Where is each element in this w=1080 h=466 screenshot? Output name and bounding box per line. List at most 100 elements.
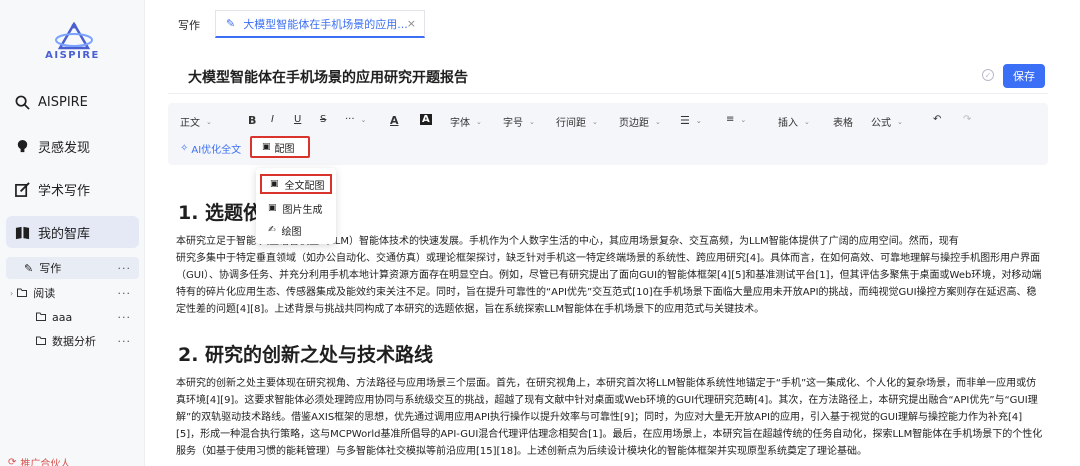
nav-item-label: AISPIRE [38, 94, 88, 110]
chevron-down-icon: ⌄ [529, 117, 535, 126]
menu-item-image-generate[interactable]: ▣ 图片生成 [260, 198, 332, 218]
menu-item-full-illustrate[interactable]: ▣ 全文配图 [260, 174, 332, 194]
undo-icon[interactable]: ↶ [933, 114, 941, 125]
tree-item-label: aaa [52, 310, 73, 324]
sparkle-icon: ✧ [180, 143, 189, 154]
chevron-down-icon: ⌄ [360, 115, 367, 124]
illustrate-label: 配图 [274, 143, 295, 155]
chevron-down-icon: ⌄ [592, 117, 598, 126]
text-line: 特有的碎片化应用生态、传感器集成及能效约束关注不足。同时，旨在提升可靠性的“AP… [176, 287, 1037, 298]
chevron-down-icon: ⌄ [655, 117, 661, 126]
draw-icon: ✍ [268, 225, 276, 235]
font-size-select[interactable]: 字号 ⌄ [503, 114, 535, 130]
image-icon: ▣ [262, 142, 271, 152]
table-button[interactable]: 表格 [833, 114, 853, 129]
illustrate-button[interactable]: ▣ 配图 [250, 136, 310, 158]
tree-item-label: 写作 [39, 262, 62, 275]
sidebar: AISPIRE AISPIRE 灵感发现 学术写作 我的智库 ✎ 写作 ··· … [0, 0, 145, 466]
chevron-down-icon: ⌄ [804, 117, 810, 126]
line-spacing-select[interactable]: 行间距 ⌄ [556, 114, 598, 130]
menu-item-draw[interactable]: ✍ 绘图 [260, 220, 332, 240]
ai-optimize-button[interactable]: ✧ AI优化全文 [180, 141, 241, 156]
underline-button[interactable]: U [294, 114, 301, 125]
chevron-down-icon: ⌄ [476, 117, 482, 126]
formula-select[interactable]: 公式 ⌄ [871, 114, 903, 130]
margin-select[interactable]: 页边距 ⌄ [619, 114, 661, 130]
nav-item-label: 灵感发现 [38, 140, 91, 156]
section-heading-1: 1. 选题依 [178, 202, 263, 224]
more-icon[interactable]: ··· [118, 262, 132, 275]
close-icon[interactable]: × [407, 17, 416, 30]
nav-item-label: 我的智库 [38, 226, 91, 242]
tree-item-aaa[interactable]: aaa ··· [6, 306, 139, 328]
highlight-button[interactable]: A [420, 114, 432, 125]
tree-item-reading[interactable]: › 阅读 ··· [6, 282, 139, 304]
section-heading-2: 2. 研究的创新之处与技术路线 [178, 344, 434, 366]
text-line: 本研究的创新之处主要体现在研究视角、方法路径与应用场景三个层面。首先，在研究视角… [176, 378, 1037, 389]
italic-button[interactable]: I [271, 114, 274, 125]
more-format-button[interactable]: ··· ⌄ [345, 114, 366, 125]
paragraph-1: 本研究立足于智能 大型语言模型（LLM）智能体技术的快速发展。手机作为个人数字生… [176, 233, 1046, 318]
folder-icon [17, 287, 28, 300]
align-icon: ≡ [726, 114, 735, 125]
divider [168, 93, 1048, 94]
illustrate-dropdown: ▣ 全文配图 ▣ 图片生成 ✍ 绘图 [256, 168, 336, 244]
pen-icon: ✎ [226, 17, 236, 30]
nav-item-aispire[interactable]: AISPIRE [6, 86, 139, 118]
nav-item-writing[interactable]: 学术写作 [6, 173, 139, 205]
folder-icon [36, 335, 46, 348]
image-icon: ▣ [270, 179, 279, 189]
strikethrough-button[interactable]: S [320, 114, 326, 125]
tree-item-label: 数据分析 [52, 335, 96, 348]
list-button[interactable]: ☰ ⌄ [680, 114, 702, 127]
menu-item-label: 全文配图 [284, 180, 325, 192]
tree-item-data-analysis[interactable]: 数据分析 ··· [6, 330, 139, 352]
text-line: 服务（如基于使用习惯的能耗管理）与多智能体社交模拟等前沿应用[15][18]。上… [176, 446, 868, 457]
pen-icon: ✎ [24, 261, 34, 275]
chevron-down-icon: ⌄ [897, 117, 903, 126]
chevron-right-icon[interactable]: › [10, 289, 13, 298]
tab-bar: 写作 [160, 12, 200, 38]
tab-document-label: 大模型智能体在手机场景的应用... [243, 17, 408, 31]
folder-icon [36, 311, 46, 324]
nav-item-inspiration[interactable]: 灵感发现 [6, 130, 139, 162]
bulb-icon [14, 138, 30, 154]
tree-item-label: 阅读 [33, 287, 56, 300]
editor-toolbar: 正文 ⌄ B I U S ··· ⌄ A A 字体 ⌄ 字号 ⌄ 行间距 ⌄ 页边距 ⌄ ☰… [168, 103, 1048, 165]
text-line: 研究多集中于特定垂直领域（如办公自动化、交通仿真）或理论框架探讨，缺乏针对手机这… [176, 253, 1041, 264]
chevron-down-icon: ⌄ [740, 115, 747, 124]
redo-icon[interactable]: ↷ [963, 114, 971, 125]
bold-button[interactable]: B [248, 114, 256, 127]
paragraph-2: 本研究的创新之处主要体现在研究视角、方法路径与应用场景三个层面。首先，在研究视角… [176, 375, 1046, 460]
align-button[interactable]: ≡ ⌄ [726, 114, 746, 125]
promo-label: 推广合伙人 [20, 459, 71, 466]
tab-document[interactable]: ✎ 大模型智能体在手机场景的应用... × [215, 10, 425, 38]
more-icon[interactable]: ··· [118, 311, 132, 324]
more-icon[interactable]: ··· [118, 287, 132, 300]
chevron-down-icon: ⌄ [695, 116, 702, 125]
more-icon[interactable]: ··· [118, 335, 132, 348]
save-button[interactable]: 保存 [1003, 64, 1045, 88]
logo-text: AISPIRE [45, 50, 100, 61]
document-title[interactable]: 大模型智能体在手机场景的应用研究开题报告 [188, 67, 468, 87]
menu-item-label: 绘图 [281, 226, 302, 238]
edit-icon [14, 181, 30, 197]
search-icon [14, 94, 30, 110]
promo-link[interactable]: ⟳ 推广合伙人 [8, 455, 70, 466]
share-icon: ⟳ [8, 457, 17, 466]
text-line: 定性差的问题[4][8]。上述背景与挑战共同构成了本研究的选题依据，旨在系统探索… [176, 304, 765, 315]
insert-select[interactable]: 插入 ⌄ [778, 114, 810, 130]
font-color-button[interactable]: A [390, 114, 399, 127]
tree-item-writing[interactable]: ✎ 写作 ··· [6, 257, 139, 279]
list-icon: ☰ [680, 114, 690, 127]
text-line: 真环境[4][9]。这要求智能体必须处理跨应用协同与系统级交互的挑战，超越了现有… [176, 395, 1038, 406]
tab-writing[interactable]: 写作 [178, 17, 200, 33]
text-line: [5]，形成一种混合执行策略，这与MCPWorld基准所倡导的API-GUI混合… [176, 429, 1043, 440]
chevron-down-icon: ⌄ [206, 117, 212, 126]
menu-item-label: 图片生成 [282, 204, 323, 216]
style-select[interactable]: 正文 ⌄ [180, 114, 212, 130]
image-icon: ▣ [268, 203, 277, 213]
nav-item-library[interactable]: 我的智库 [6, 216, 139, 248]
book-icon [14, 224, 30, 240]
font-family-select[interactable]: 字体 ⌄ [450, 114, 482, 130]
